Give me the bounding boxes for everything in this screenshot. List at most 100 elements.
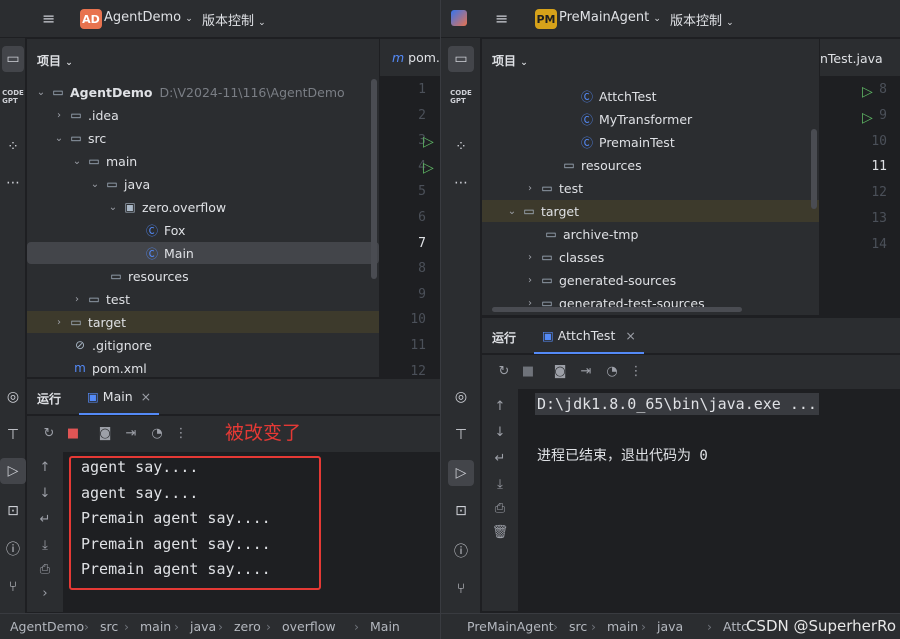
scroll-up-icon[interactable]: ↑ xyxy=(35,460,55,475)
scroll-to-end-icon[interactable]: ⤓ xyxy=(35,538,55,553)
build-icon[interactable]: ⊤ xyxy=(448,422,474,448)
problems-icon[interactable]: ⓘ xyxy=(448,538,474,564)
breadcrumb-item[interactable]: java xyxy=(657,619,683,634)
problems-icon[interactable]: ⓘ xyxy=(0,536,26,562)
project-panel-header[interactable]: 项目 ⌄ xyxy=(492,52,528,69)
tree-node-attchtest[interactable]: Ⓒ AttchTest xyxy=(482,85,819,107)
git-icon[interactable]: ⑂ xyxy=(448,576,474,602)
structure-icon[interactable]: ⁘ xyxy=(448,134,474,160)
panel-scrollbar[interactable] xyxy=(811,129,817,209)
breadcrumb-item[interactable]: Main xyxy=(370,619,400,634)
tree-node-mytransformer[interactable]: Ⓒ MyTransformer xyxy=(482,108,819,130)
tree-node-gitignore[interactable]: ⊘ .gitignore xyxy=(27,334,379,356)
scroll-to-end-icon[interactable]: ⤓ xyxy=(490,477,510,492)
project-tool-icon[interactable]: ▭ xyxy=(448,46,474,72)
run-tool-icon[interactable]: ▷ xyxy=(448,460,474,486)
breadcrumb-item[interactable]: src xyxy=(569,619,587,634)
git-icon[interactable]: ⑂ xyxy=(0,574,26,600)
scroll-down-icon[interactable]: ↓ xyxy=(490,425,510,440)
terminal-icon[interactable]: ⊡ xyxy=(448,498,474,524)
tree-node-test[interactable]: › ▭ test xyxy=(482,177,819,199)
scroll-up-icon[interactable]: ↑ xyxy=(490,399,510,414)
terminal-icon[interactable]: ⊡ xyxy=(0,498,26,524)
chevron-down-icon[interactable]: ⌄ xyxy=(33,87,49,98)
chevron-down-icon[interactable]: ⌄ xyxy=(87,179,103,190)
run-gutter-icon[interactable]: ▷ xyxy=(423,160,434,176)
services-icon[interactable]: ◎ xyxy=(448,384,474,410)
chevron-right-icon[interactable]: › xyxy=(522,252,538,263)
project-panel-header[interactable]: 项目 ⌄ xyxy=(37,52,73,69)
chevron-right-icon[interactable]: › xyxy=(522,275,538,286)
breadcrumb-item[interactable]: src xyxy=(100,619,118,634)
tree-node-test[interactable]: › ▭ test xyxy=(27,288,379,310)
rerun-icon[interactable]: ↻ xyxy=(494,364,514,379)
tree-node-src[interactable]: ⌄ ▭ src xyxy=(27,127,379,149)
codegpt-icon[interactable]: CODE GPT xyxy=(0,84,26,110)
vcs-menu[interactable]: 版本控制 ⌄ xyxy=(202,10,266,29)
editor-tab-pom[interactable]: m pom. xyxy=(392,50,440,65)
tree-node-java[interactable]: ⌄ ▭ java xyxy=(27,173,379,195)
breadcrumb-item[interactable]: java xyxy=(190,619,216,634)
run-gutter-icon[interactable]: ▷ xyxy=(862,84,873,100)
tree-node-target[interactable]: › ▭ target xyxy=(27,311,379,333)
tree-node-resources[interactable]: ▭ resources xyxy=(482,154,819,176)
services-icon[interactable]: ◎ xyxy=(0,384,26,410)
print-icon[interactable]: ⎙ xyxy=(490,501,510,516)
breadcrumb-item[interactable]: main xyxy=(607,619,638,634)
build-icon[interactable]: ⊤ xyxy=(0,422,26,448)
breadcrumb-item[interactable]: overflow xyxy=(282,619,336,634)
tree-node-idea[interactable]: › ▭ .idea xyxy=(27,104,379,126)
tree-node-main[interactable]: ⌄ ▭ main xyxy=(27,150,379,172)
chevron-down-icon[interactable]: ⌄ xyxy=(51,133,67,144)
more-options-icon[interactable]: ⋮ xyxy=(171,426,191,441)
tree-node-fox[interactable]: Ⓒ Fox xyxy=(27,219,379,241)
tree-node-classes[interactable]: › ▭ classes xyxy=(482,246,819,268)
soft-wrap-icon[interactable]: ↵ xyxy=(35,512,55,527)
breadcrumb-item[interactable]: AgentDemo xyxy=(10,619,84,634)
expand-icon[interactable]: › xyxy=(35,586,55,601)
chevron-down-icon[interactable]: ⌄ xyxy=(69,156,85,167)
chevron-right-icon[interactable]: › xyxy=(51,110,67,121)
rerun-icon[interactable]: ↻ xyxy=(39,426,59,441)
breadcrumb-item[interactable]: Attc xyxy=(723,619,748,634)
screenshot-icon[interactable]: ◙ xyxy=(550,364,570,379)
close-icon[interactable]: × xyxy=(625,328,635,343)
run-tool-icon[interactable]: ▷ xyxy=(0,458,26,484)
codegpt-icon[interactable]: CODE GPT xyxy=(448,84,474,110)
tree-node-generated-sources[interactable]: › ▭ generated-sources xyxy=(482,269,819,291)
more-options-icon[interactable]: ⋮ xyxy=(626,364,646,379)
stop-icon[interactable]: ■ xyxy=(518,364,538,379)
vcs-menu[interactable]: 版本控制 ⌄ xyxy=(670,10,734,29)
chevron-right-icon[interactable]: › xyxy=(51,317,67,328)
breadcrumb-item[interactable]: zero xyxy=(234,619,261,634)
editor-tab[interactable]: nTest.java xyxy=(820,51,883,66)
more-tools-icon[interactable]: ⋯ xyxy=(448,170,474,196)
tree-node-pom-xml[interactable]: m pom.xml xyxy=(27,357,379,379)
tree-node-agentdemo[interactable]: ⌄ ▭ AgentDemo D:\V2024-11\116\AgentDemo xyxy=(27,81,379,103)
chevron-right-icon[interactable]: › xyxy=(69,294,85,305)
chevron-down-icon[interactable]: ⌄ xyxy=(105,202,121,213)
chevron-down-icon[interactable]: ⌄ xyxy=(504,206,520,217)
profiler-icon[interactable]: ◔ xyxy=(147,426,167,441)
breadcrumb-item[interactable]: main xyxy=(140,619,171,634)
run-tab-main[interactable]: ▣ Main × xyxy=(79,379,160,415)
soft-wrap-icon[interactable]: ↵ xyxy=(490,451,510,466)
trash-icon[interactable]: 🗑 xyxy=(490,525,510,540)
horizontal-scrollbar[interactable] xyxy=(492,307,742,312)
hamburger-menu-icon[interactable]: ≡ xyxy=(495,9,508,28)
run-gutter-icon[interactable]: ▷ xyxy=(423,134,434,150)
print-icon[interactable]: ⎙ xyxy=(35,562,55,577)
project-name-dropdown[interactable]: PreMainAgent ⌄ xyxy=(559,10,661,25)
tree-node-resources[interactable]: ▭ resources xyxy=(27,265,379,287)
hamburger-menu-icon[interactable]: ≡ xyxy=(42,9,55,28)
tree-node-premaintest[interactable]: Ⓒ PremainTest xyxy=(482,131,819,153)
close-icon[interactable]: × xyxy=(141,389,151,404)
restore-layout-icon[interactable]: ⇥ xyxy=(576,364,596,379)
run-tab-attchtest[interactable]: ▣ AttchTest × xyxy=(534,318,644,354)
more-tools-icon[interactable]: ⋯ xyxy=(0,170,26,196)
tree-node-main[interactable]: Ⓒ Main xyxy=(27,242,379,264)
tree-node-target[interactable]: ⌄ ▭ target xyxy=(482,200,819,222)
run-gutter-icon[interactable]: ▷ xyxy=(862,110,873,126)
restore-layout-icon[interactable]: ⇥ xyxy=(121,426,141,441)
scroll-down-icon[interactable]: ↓ xyxy=(35,486,55,501)
